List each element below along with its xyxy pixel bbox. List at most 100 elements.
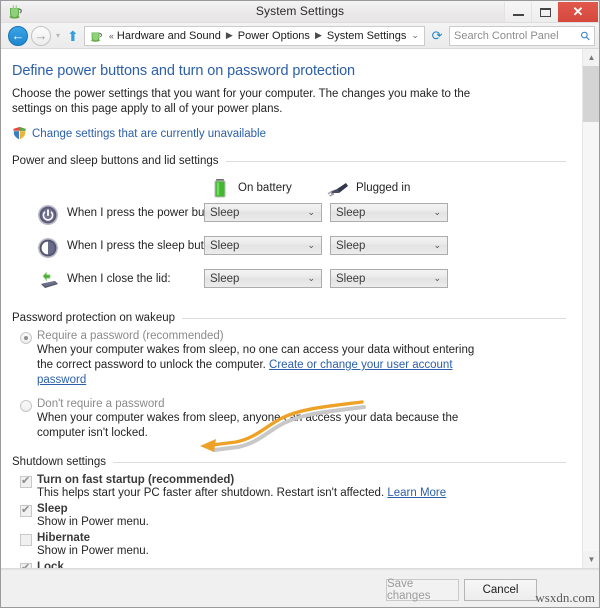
require-password-label: Require a password (recommended) — [37, 330, 224, 342]
battery-icon — [208, 177, 232, 199]
password-section-label: Password protection on wakeup — [12, 312, 176, 324]
address-overflow-icon[interactable]: « — [109, 31, 114, 41]
require-password-radio[interactable] — [20, 332, 32, 344]
sleep-label: Sleep — [37, 503, 68, 515]
address-control-panel-icon — [89, 29, 103, 43]
close-button[interactable]: ✕ — [558, 2, 598, 22]
minimize-button[interactable] — [504, 2, 531, 22]
title-bar: System Settings ✕ — [1, 1, 599, 23]
section-divider — [225, 160, 566, 162]
close-lid-on-battery-select[interactable]: Sleep ⌄ — [204, 269, 322, 288]
hibernate-label: Hibernate — [37, 532, 91, 544]
close-lid-on-battery-value: Sleep — [210, 272, 240, 285]
back-button[interactable]: ← — [8, 25, 28, 46]
uac-shield-icon — [12, 126, 27, 141]
option-dont-require-password[interactable]: Don't require a password When your compu… — [12, 398, 566, 441]
scrollbar-thumb[interactable] — [583, 66, 599, 122]
column-headers: On battery Plugged in — [12, 171, 566, 201]
forward-arrow-icon: → — [34, 28, 48, 43]
hibernate-description: Show in Power menu. — [37, 545, 149, 557]
scroll-up-button[interactable]: ▲ — [583, 49, 599, 66]
refresh-icon: ⟳ — [431, 27, 443, 43]
checkbox-item-hibernate[interactable]: Hibernate Show in Power menu. — [12, 532, 566, 559]
back-arrow-icon: ← — [11, 28, 25, 43]
page-title: Define power buttons and turn on passwor… — [12, 63, 356, 79]
scroll-down-button[interactable]: ▼ — [583, 551, 599, 568]
refresh-button[interactable]: ⟳ — [427, 26, 447, 46]
power-button-plugged-in-select[interactable]: Sleep ⌄ — [330, 203, 448, 222]
fast-startup-label: Turn on fast startup (recommended) — [37, 474, 235, 486]
power-section-header: Power and sleep buttons and lid settings — [12, 155, 566, 167]
sleep-button-on-battery-select[interactable]: Sleep ⌄ — [204, 236, 322, 255]
chevron-down-icon: ▼ — [587, 555, 596, 564]
change-unavailable-settings-link[interactable]: Change settings that are currently unava… — [12, 126, 566, 141]
minimize-icon — [512, 14, 524, 16]
chevron-up-icon: ▲ — [587, 53, 596, 62]
setting-row-power-button: When I press the power button: Sleep ⌄ S… — [12, 201, 566, 234]
cancel-label: Cancel — [482, 584, 519, 596]
breadcrumb-separator-icon[interactable]: ▶ — [315, 30, 322, 41]
forward-button[interactable]: → — [31, 25, 51, 46]
breadcrumb-separator-icon[interactable]: ▶ — [226, 30, 233, 41]
vertical-scrollbar[interactable]: ▲ ▼ — [582, 49, 599, 568]
laptop-lid-icon — [37, 270, 59, 292]
option-require-password[interactable]: Require a password (recommended) When yo… — [12, 330, 566, 388]
setting-row-close-lid-label: When I close the lid: — [67, 273, 171, 285]
sleep-checkbox[interactable] — [20, 503, 32, 517]
search-input[interactable]: Search Control Panel — [454, 30, 559, 42]
chevron-down-icon: ⌄ — [433, 240, 441, 250]
address-dropdown-icon[interactable]: ⌄ — [406, 30, 424, 41]
fast-startup-description-text: This helps start your PC faster after sh… — [37, 487, 385, 499]
fast-startup-description: This helps start your PC faster after sh… — [37, 486, 566, 501]
breadcrumb-system-settings[interactable]: System Settings — [327, 30, 406, 42]
watermark: wsxdn.com — [535, 590, 595, 605]
save-changes-label: Save changes — [387, 578, 431, 602]
scrollbar-track[interactable] — [583, 122, 599, 551]
change-unavailable-settings-label: Change settings that are currently unava… — [32, 127, 266, 140]
section-divider — [112, 461, 566, 463]
column-header-plugged-in-label: Plugged in — [356, 182, 411, 194]
sleep-button-plugged-in-value: Sleep — [336, 239, 366, 252]
power-button-on-battery-select[interactable]: Sleep ⌄ — [204, 203, 322, 222]
sleep-description: Show in Power menu. — [37, 516, 149, 528]
up-arrow-icon: ⬆ — [67, 27, 79, 44]
sleep-button-plugged-in-select[interactable]: Sleep ⌄ — [330, 236, 448, 255]
chevron-down-icon: ⌄ — [307, 240, 315, 250]
fast-startup-checkbox[interactable] — [20, 474, 32, 488]
up-button[interactable]: ⬆ — [65, 29, 81, 43]
shutdown-section-label: Shutdown settings — [12, 456, 106, 468]
setting-row-sleep-button: When I press the sleep button: Sleep ⌄ S… — [12, 234, 566, 267]
power-button-plugged-in-value: Sleep — [336, 206, 366, 219]
dont-require-password-label: Don't require a password — [37, 398, 165, 410]
setting-row-power-button-label: When I press the power button: — [67, 207, 227, 219]
search-box[interactable]: Search Control Panel ⚲ — [449, 25, 595, 46]
address-bar[interactable]: « Hardware and Sound ▶ Power Options ▶ S… — [83, 25, 426, 46]
breadcrumb-power-options[interactable]: Power Options — [238, 30, 310, 42]
checkbox-item-lock[interactable]: Lock Show in account picture menu. — [12, 561, 566, 569]
setting-row-sleep-button-label: When I press the sleep button: — [67, 240, 223, 252]
close-icon: ✕ — [572, 4, 584, 19]
column-header-on-battery: On battery — [208, 177, 292, 199]
close-lid-plugged-in-select[interactable]: Sleep ⌄ — [330, 269, 448, 288]
save-changes-button[interactable]: Save changes — [386, 578, 459, 602]
learn-more-link[interactable]: Learn More — [387, 487, 446, 499]
power-plug-icon — [326, 177, 350, 199]
page-intro: Choose the power settings that you want … — [12, 88, 471, 115]
search-icon: ⚲ — [577, 27, 594, 44]
dont-require-password-description: When your computer wakes from sleep, any… — [37, 412, 459, 439]
checkbox-item-sleep[interactable]: Sleep Show in Power menu. — [12, 503, 566, 530]
lock-label: Lock — [37, 561, 64, 569]
maximize-button[interactable] — [531, 2, 558, 22]
hibernate-checkbox[interactable] — [20, 534, 32, 546]
breadcrumb-hardware-and-sound[interactable]: Hardware and Sound — [117, 30, 221, 42]
sleep-button-on-battery-value: Sleep — [210, 239, 240, 252]
power-button-on-battery-value: Sleep — [210, 206, 240, 219]
system-settings-window: System Settings ✕ ← → ▾ ⬆ « Hardware and… — [0, 0, 600, 608]
power-section-label: Power and sleep buttons and lid settings — [12, 155, 219, 167]
chevron-down-icon: ▾ — [55, 31, 60, 40]
recent-locations-button[interactable]: ▾ — [53, 31, 63, 40]
cancel-button[interactable]: Cancel — [464, 579, 537, 601]
navigation-bar: ← → ▾ ⬆ « Hardware and Sound ▶ Power Opt… — [1, 23, 599, 49]
checkbox-item-fast-startup[interactable]: Turn on fast startup (recommended) This … — [12, 474, 566, 501]
dont-require-password-radio[interactable] — [20, 400, 32, 412]
